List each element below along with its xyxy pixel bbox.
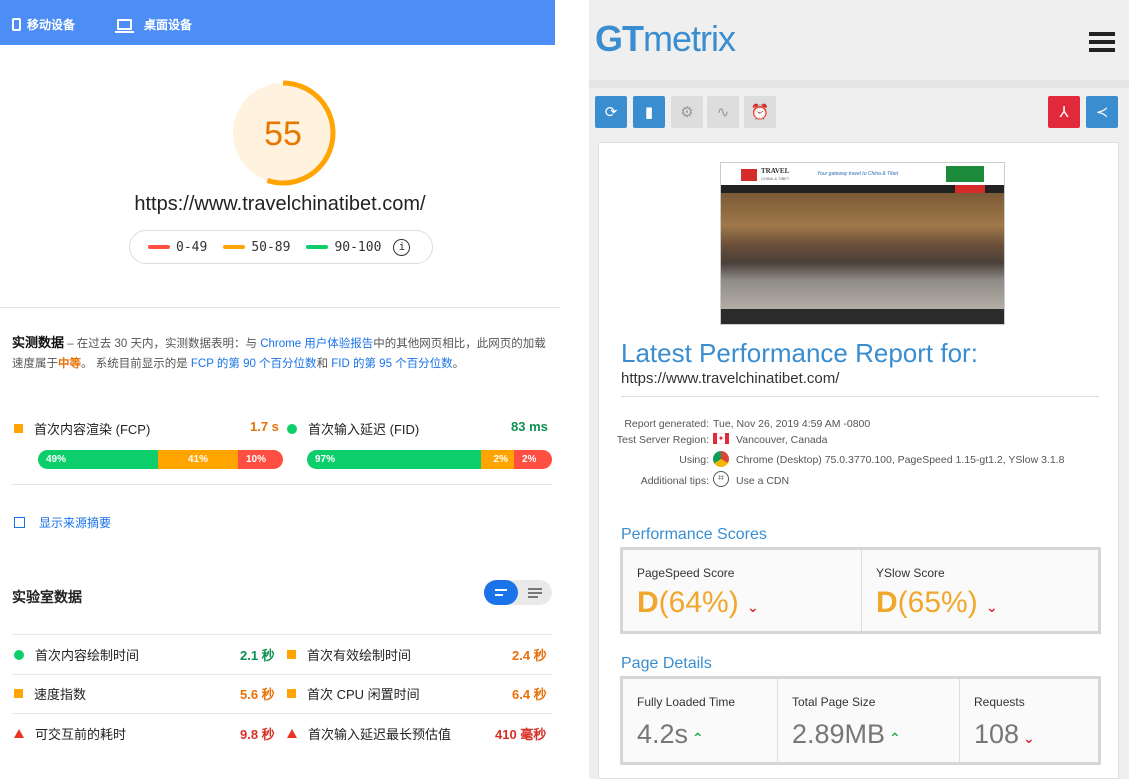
- lab-max-fid: 首次输入延迟最长预估值: [287, 724, 451, 743]
- menu-icon[interactable]: [1089, 32, 1115, 54]
- performance-scores-box: PageSpeed Score D(64%) ⌄ YSlow Score D(6…: [620, 547, 1101, 634]
- average-square-icon: [14, 689, 23, 698]
- total-page-size: Total Page Size 2.89MB ⌃: [778, 679, 960, 762]
- report-title: Latest Performance Report for:: [621, 338, 978, 368]
- pagespeed-score: PageSpeed Score D(64%) ⌄: [623, 550, 862, 631]
- browser-info: Chrome (Desktop) 75.0.3770.100, PageSpee…: [736, 454, 1065, 466]
- device-tab-bar: 移动设备 桌面设备: [0, 0, 555, 45]
- view-toggle[interactable]: [484, 580, 552, 605]
- pulse-icon: ∿: [716, 104, 730, 121]
- performance-score: 55: [264, 115, 302, 153]
- fid-label: 首次输入延迟 (FID): [308, 422, 420, 437]
- fid-value: 83 ms: [511, 419, 548, 434]
- desktop-icon: [115, 19, 134, 33]
- fcp-value: 1.7 s: [250, 419, 279, 434]
- fast-circle-icon: [287, 423, 297, 434]
- requests-count: Requests 108 ⌄: [974, 695, 1035, 749]
- globe-icon: ⌗: [713, 471, 729, 487]
- chevron-down-icon: ⌄: [1019, 730, 1035, 746]
- phone-icon: [12, 18, 21, 31]
- lab-tti: 可交互前的耗时: [14, 724, 126, 743]
- chevron-up-icon: ⌃: [885, 730, 901, 746]
- chevron-down-icon: ⌄: [986, 599, 998, 615]
- alarm-button[interactable]: ⏰: [744, 96, 776, 128]
- lab-speed-index: 速度指数: [14, 684, 86, 703]
- lab-fmp: 首次有效绘制时间: [287, 645, 411, 664]
- pagespeed-panel: 移动设备 桌面设备 55 https://www.travelchinatibe…: [0, 0, 562, 779]
- score-gauge: 55: [230, 80, 336, 186]
- page-details-box: Fully Loaded Time 4.2s ⌃ Total Page Size…: [620, 676, 1101, 765]
- lab-tti-value: 9.8 秒: [240, 727, 275, 742]
- lab-first-cpu-idle: 首次 CPU 闲置时间: [287, 684, 420, 703]
- fid-metric: 首次输入延迟 (FID): [287, 419, 419, 438]
- crux-report-link[interactable]: Chrome 用户体验报告: [260, 338, 373, 350]
- pdf-button[interactable]: ⅄: [1048, 96, 1080, 128]
- flag-canada-icon: ✦: [713, 432, 729, 444]
- tab-desktop-label: 桌面设备: [144, 18, 193, 32]
- lab-speed-index-value: 5.6 秒: [240, 687, 275, 702]
- alarm-clock-icon: ⏰: [750, 104, 770, 121]
- settings-button[interactable]: ⚙: [671, 96, 703, 128]
- chrome-icon: [713, 451, 729, 467]
- copy-button[interactable]: ▮: [633, 96, 665, 128]
- average-square-icon: [287, 650, 296, 659]
- lab-max-fid-value: 410 毫秒: [495, 727, 547, 742]
- lab-data-heading: 实验室数据: [12, 589, 82, 605]
- share-icon: ≺: [1095, 104, 1109, 121]
- checkbox-icon[interactable]: [14, 517, 25, 528]
- toggle-list-view[interactable]: [484, 580, 518, 605]
- tested-url: https://www.travelchinatibet.com/: [134, 193, 426, 215]
- fcp-metric: 首次内容渲染 (FCP): [14, 419, 150, 438]
- gear-icon: ⚙: [680, 104, 694, 121]
- average-square-icon: [287, 689, 296, 698]
- tab-desktop[interactable]: 桌面设备: [115, 16, 193, 33]
- average-square-icon: [14, 424, 23, 433]
- slow-triangle-icon: [14, 729, 24, 738]
- tab-mobile[interactable]: 移动设备: [12, 16, 75, 33]
- yslow-score: YSlow Score D(65%) ⌄: [876, 566, 998, 619]
- fid-distribution-bar: 97% 2% 2%: [307, 450, 552, 469]
- legend-green: 90-100: [306, 240, 381, 255]
- report-url: https://www.travelchinatibet.com/: [621, 370, 840, 387]
- site-screenshot: TRAVEL CHINA & TIBET Your gateway travel…: [720, 162, 1005, 325]
- slow-triangle-icon: [287, 729, 297, 738]
- fcp-label: 首次内容渲染 (FCP): [34, 422, 151, 437]
- fast-circle-icon: [14, 649, 24, 660]
- fully-loaded-time: Fully Loaded Time 4.2s ⌃: [623, 679, 778, 762]
- legend-orange: 50-89: [223, 240, 290, 255]
- monitor-button[interactable]: ∿: [707, 96, 739, 128]
- fcp-distribution-bar: 49% 41% 10%: [38, 450, 283, 469]
- legend-red: 0-49: [148, 240, 207, 255]
- report-date: Tue, Nov 26, 2019 4:59 AM -0800: [713, 418, 871, 430]
- show-origin-summary[interactable]: 显示来源摘要: [14, 514, 111, 531]
- chevron-up-icon: ⌃: [688, 730, 704, 746]
- gtmetrix-logo[interactable]: GTmetrix: [595, 18, 736, 60]
- field-data-heading: 实测数据: [12, 335, 65, 350]
- performance-scores-title: Performance Scores: [621, 526, 767, 543]
- lab-fmp-value: 2.4 秒: [512, 648, 547, 663]
- lab-fcp-value: 2.1 秒: [240, 648, 275, 663]
- field-data-description: 实测数据 – 在过去 30 天内，实测数据表明：与 Chrome 用户体验报告中…: [12, 335, 546, 370]
- score-legend: 0-49 50-89 90-100 i: [129, 230, 433, 264]
- refresh-button[interactable]: ⟳: [595, 96, 627, 128]
- lab-fcp: 首次内容绘制时间: [14, 645, 139, 664]
- tips-link[interactable]: Use a CDN: [736, 475, 789, 487]
- page-details-title: Page Details: [621, 655, 712, 672]
- refresh-icon: ⟳: [604, 104, 618, 121]
- info-icon[interactable]: i: [393, 238, 411, 256]
- site-logo-icon: [741, 169, 757, 181]
- lab-first-cpu-idle-value: 6.4 秒: [512, 687, 547, 702]
- pdf-icon: ⅄: [1059, 104, 1069, 121]
- share-button[interactable]: ≺: [1086, 96, 1118, 128]
- tab-mobile-label: 移动设备: [27, 18, 76, 32]
- copy-icon: ▮: [644, 104, 654, 121]
- chevron-down-icon: ⌄: [747, 599, 759, 615]
- server-region: Vancouver, Canada: [736, 434, 828, 446]
